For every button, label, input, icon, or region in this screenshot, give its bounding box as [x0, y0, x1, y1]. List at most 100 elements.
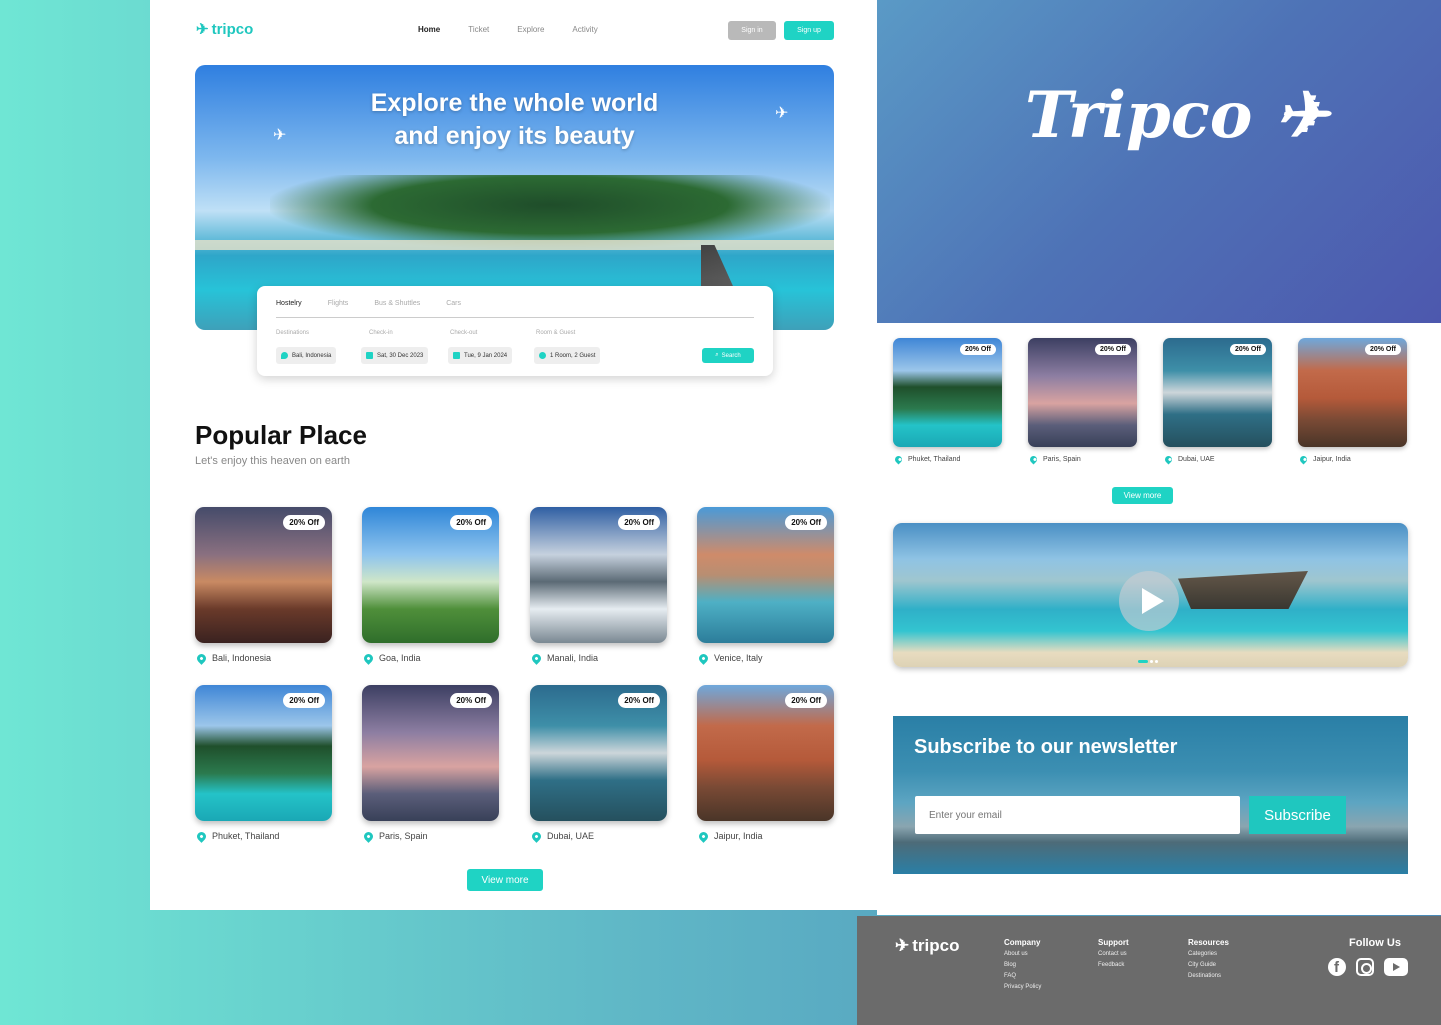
- plane-icon: ✈: [196, 21, 209, 38]
- play-icon[interactable]: [1119, 571, 1179, 631]
- footer-link[interactable]: Categories: [1188, 951, 1229, 957]
- footer-link[interactable]: FAQ: [1004, 973, 1041, 979]
- tab-divider: [276, 317, 754, 318]
- place-location: Bali, Indonesia: [195, 651, 271, 665]
- pin-icon: [195, 829, 208, 843]
- place-location: Phuket, Thailand: [893, 454, 960, 465]
- checkout-label: Check-out: [450, 330, 478, 336]
- newsletter-section: Subscribe to our newsletter Subscribe: [893, 716, 1408, 874]
- place-card-jaipur[interactable]: 20% Off: [697, 685, 834, 821]
- section-title: Popular Place: [195, 420, 367, 450]
- footer-link[interactable]: City Guide: [1188, 962, 1229, 968]
- checkout-field[interactable]: Tue, 9 Jan 2024: [448, 347, 513, 364]
- tab-hostelry[interactable]: Hostelry: [276, 300, 302, 307]
- room-guest-label: Room & Guest: [536, 330, 576, 336]
- place-location: Venice, Italy: [697, 651, 763, 665]
- discount-badge: 20% Off: [1094, 344, 1131, 355]
- place-location: Jaipur, India: [1298, 454, 1351, 465]
- tab-flights[interactable]: Flights: [328, 300, 349, 307]
- place-card-paris[interactable]: 20% Off: [1028, 338, 1137, 447]
- footer-company: Company About us Blog FAQ Privacy Policy: [1004, 938, 1042, 990]
- discount-badge: 20% Off: [450, 693, 492, 708]
- email-input[interactable]: [915, 796, 1240, 834]
- footer-link[interactable]: Blog: [1004, 962, 1041, 968]
- calendar-icon: [453, 352, 460, 359]
- facebook-icon[interactable]: [1328, 958, 1346, 976]
- pin-icon: [530, 651, 543, 665]
- footer: ✈ tripco Company About us Blog FAQ Priva…: [857, 916, 1441, 1025]
- place-location: Paris, Spain: [362, 829, 428, 843]
- pin-icon: [362, 651, 375, 665]
- search-widget: Hostelry Flights Bus & Shuttles Cars Des…: [257, 286, 773, 376]
- signup-button[interactable]: Sign up: [784, 21, 834, 40]
- destinations-label: Destinations: [276, 330, 310, 336]
- search-button[interactable]: ⌕ Search: [702, 348, 754, 363]
- checkin-field[interactable]: Sat, 30 Dec 2023: [361, 347, 429, 364]
- place-card-dubai[interactable]: 20% Off: [530, 685, 667, 821]
- place-card-dubai[interactable]: 20% Off: [1163, 338, 1272, 447]
- footer-resources: Resources Categories City Guide Destinat…: [1188, 938, 1229, 979]
- nav-link-ticket[interactable]: Ticket: [468, 25, 489, 34]
- place-card-phuket[interactable]: 20% Off: [893, 338, 1002, 447]
- plane-decoration-icon: ✈: [775, 105, 789, 122]
- carousel-dots[interactable]: [1138, 660, 1158, 663]
- section-subtitle: Let's enjoy this heaven on earth: [195, 455, 350, 467]
- subscribe-button[interactable]: Subscribe: [1249, 796, 1346, 834]
- place-card-paris[interactable]: 20% Off: [362, 685, 499, 821]
- pin-icon: [893, 454, 904, 465]
- footer-link[interactable]: Contact us: [1098, 951, 1129, 957]
- destination-field[interactable]: Bali, Indonesia: [276, 347, 337, 364]
- place-card-bali[interactable]: 20% Off: [195, 507, 332, 643]
- discount-badge: 20% Off: [785, 515, 827, 530]
- place-card-venice[interactable]: 20% Off: [697, 507, 834, 643]
- brand-logo: Tripco ✈: [1025, 78, 1329, 153]
- nav-link-activity[interactable]: Activity: [572, 25, 597, 34]
- place-location: Manali, India: [530, 651, 598, 665]
- discount-badge: 20% Off: [283, 515, 325, 530]
- instagram-icon[interactable]: [1356, 958, 1374, 976]
- hero-title: Explore the whole world and enjoy its be…: [370, 89, 659, 150]
- video-carousel: [893, 523, 1408, 667]
- pin-icon: [530, 829, 543, 843]
- view-more-button[interactable]: View more: [1112, 487, 1173, 504]
- place-card-goa[interactable]: 20% Off: [362, 507, 499, 643]
- place-location: Dubai, UAE: [530, 829, 594, 843]
- nav-link-home[interactable]: Home: [418, 25, 440, 34]
- social-icons: [1328, 958, 1408, 976]
- nav-link-explore[interactable]: Explore: [517, 25, 544, 34]
- signin-button[interactable]: Sign in: [728, 21, 776, 40]
- footer-link[interactable]: Feedback: [1098, 962, 1129, 968]
- place-location: Phuket, Thailand: [195, 829, 279, 843]
- footer-logo[interactable]: ✈ tripco: [895, 936, 959, 956]
- location-icon: [281, 352, 288, 359]
- checkin-label: Check-in: [369, 330, 393, 336]
- footer-link[interactable]: Destinations: [1188, 973, 1229, 979]
- discount-badge: 20% Off: [618, 515, 660, 530]
- tab-cars[interactable]: Cars: [446, 300, 461, 307]
- place-card-phuket[interactable]: 20% Off: [195, 685, 332, 821]
- view-more-button[interactable]: View more: [467, 869, 543, 891]
- pin-icon: [362, 829, 375, 843]
- hero-beach: [195, 240, 834, 250]
- footer-link[interactable]: About us: [1004, 951, 1041, 957]
- place-card-manali[interactable]: 20% Off: [530, 507, 667, 643]
- plane-icon: ✈: [895, 936, 910, 955]
- pin-icon: [1028, 454, 1039, 465]
- discount-badge: 20% Off: [1364, 344, 1401, 355]
- room-guest-field[interactable]: 1 Room, 2 Guest: [534, 347, 601, 364]
- nav-logo[interactable]: ✈ tripco: [196, 20, 253, 39]
- place-card-jaipur[interactable]: 20% Off: [1298, 338, 1407, 447]
- newsletter-title: Subscribe to our newsletter: [914, 736, 1178, 758]
- discount-badge: 20% Off: [618, 693, 660, 708]
- pin-icon: [697, 651, 710, 665]
- pin-icon: [697, 829, 710, 843]
- brand-banner: Tripco ✈: [877, 0, 1441, 323]
- youtube-icon[interactable]: [1384, 958, 1408, 976]
- footer-support: Support Contact us Feedback: [1098, 938, 1129, 968]
- footer-link[interactable]: Privacy Policy: [1004, 984, 1041, 990]
- search-icon: ⌕: [715, 352, 719, 358]
- tab-bus-shuttles[interactable]: Bus & Shuttles: [374, 300, 420, 307]
- right-panel: 20% Off 20% Off 20% Off 20% Off Phuket, …: [877, 323, 1441, 915]
- boat-image: [1178, 571, 1308, 609]
- nav-menu: Home Ticket Explore Activity: [418, 25, 598, 34]
